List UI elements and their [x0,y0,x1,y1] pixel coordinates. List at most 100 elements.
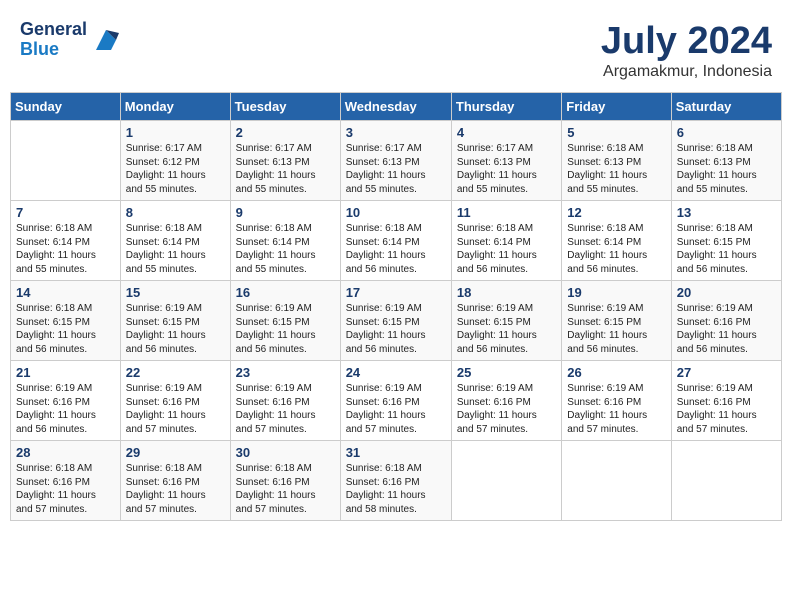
weekday-header-tuesday: Tuesday [230,93,340,121]
day-info: Sunrise: 6:18 AM Sunset: 6:14 PM Dayligh… [457,222,556,276]
weekday-header-saturday: Saturday [671,93,781,121]
day-info: Sunrise: 6:19 AM Sunset: 6:16 PM Dayligh… [346,382,446,436]
day-info: Sunrise: 6:19 AM Sunset: 6:16 PM Dayligh… [16,382,115,436]
day-number: 27 [677,365,776,380]
day-number: 24 [346,365,446,380]
calendar-cell: 11 Sunrise: 6:18 AM Sunset: 6:14 PM Dayli… [451,201,561,281]
location-subtitle: Argamakmur, Indonesia [601,63,772,81]
day-number: 25 [457,365,556,380]
day-number: 18 [457,285,556,300]
day-number: 31 [346,445,446,460]
calendar-cell: 12 Sunrise: 6:18 AM Sunset: 6:14 PM Dayli… [562,201,671,281]
calendar-cell: 15Sunrise: 6:19 AM Sunset: 6:15 PM Dayli… [120,281,230,361]
calendar-cell: 10 Sunrise: 6:18 AM Sunset: 6:14 PM Dayli… [340,201,451,281]
day-info: Sunrise: 6:17 AM Sunset: 6:13 PM Dayligh… [457,142,556,196]
month-year-title: July 2024 [601,20,772,63]
day-info: Sunrise: 6:18 AM Sunset: 6:13 PM Dayligh… [567,142,665,196]
calendar-cell: 24 Sunrise: 6:19 AM Sunset: 6:16 PM Dayli… [340,361,451,441]
calendar-cell [451,441,561,521]
weekday-header-friday: Friday [562,93,671,121]
day-info: Sunrise: 6:19 AM Sunset: 6:15 PM Dayligh… [457,302,556,356]
calendar-cell: 26Sunrise: 6:19 AM Sunset: 6:16 PM Dayli… [562,361,671,441]
day-number: 30 [236,445,335,460]
weekday-header-row: SundayMondayTuesdayWednesdayThursdayFrid… [11,93,782,121]
calendar-cell: 6 Sunrise: 6:18 AM Sunset: 6:13 PM Daylig… [671,121,781,201]
calendar-cell: 3 Sunrise: 6:17 AM Sunset: 6:13 PM Daylig… [340,121,451,201]
day-info: Sunrise: 6:18 AM Sunset: 6:16 PM Dayligh… [126,462,225,516]
day-info: Sunrise: 6:17 AM Sunset: 6:13 PM Dayligh… [346,142,446,196]
logo: GeneralBlue [20,20,121,60]
weekday-header-monday: Monday [120,93,230,121]
day-info: Sunrise: 6:19 AM Sunset: 6:16 PM Dayligh… [567,382,665,436]
day-number: 4 [457,125,556,140]
day-number: 23 [236,365,335,380]
day-number: 15 [126,285,225,300]
page-header: GeneralBlue July 2024 Argamakmur, Indone… [10,10,782,86]
day-info: Sunrise: 6:18 AM Sunset: 6:14 PM Dayligh… [126,222,225,276]
calendar-cell: 25 Sunrise: 6:19 AM Sunset: 6:16 PM Dayli… [451,361,561,441]
calendar-cell: 30 Sunrise: 6:18 AM Sunset: 6:16 PM Dayli… [230,441,340,521]
calendar-week-row: 7 Sunrise: 6:18 AM Sunset: 6:14 PM Daylig… [11,201,782,281]
day-number: 13 [677,205,776,220]
calendar-cell: 23Sunrise: 6:19 AM Sunset: 6:16 PM Dayli… [230,361,340,441]
calendar-cell [11,121,121,201]
day-info: Sunrise: 6:19 AM Sunset: 6:16 PM Dayligh… [677,382,776,436]
day-number: 28 [16,445,115,460]
day-number: 11 [457,205,556,220]
day-info: Sunrise: 6:18 AM Sunset: 6:14 PM Dayligh… [236,222,335,276]
calendar-week-row: 21 Sunrise: 6:19 AM Sunset: 6:16 PM Dayli… [11,361,782,441]
weekday-header-wednesday: Wednesday [340,93,451,121]
calendar-cell: 16 Sunrise: 6:19 AM Sunset: 6:15 PM Dayli… [230,281,340,361]
day-number: 7 [16,205,115,220]
day-info: Sunrise: 6:18 AM Sunset: 6:15 PM Dayligh… [16,302,115,356]
day-info: Sunrise: 6:17 AM Sunset: 6:12 PM Dayligh… [126,142,225,196]
calendar-cell: 27 Sunrise: 6:19 AM Sunset: 6:16 PM Dayli… [671,361,781,441]
logo-icon [91,25,121,55]
day-number: 17 [346,285,446,300]
calendar-cell: 4 Sunrise: 6:17 AM Sunset: 6:13 PM Daylig… [451,121,561,201]
day-info: Sunrise: 6:18 AM Sunset: 6:15 PM Dayligh… [677,222,776,276]
day-number: 16 [236,285,335,300]
day-number: 3 [346,125,446,140]
day-info: Sunrise: 6:18 AM Sunset: 6:16 PM Dayligh… [236,462,335,516]
day-info: Sunrise: 6:17 AM Sunset: 6:13 PM Dayligh… [236,142,335,196]
calendar-cell: 21 Sunrise: 6:19 AM Sunset: 6:16 PM Dayli… [11,361,121,441]
day-info: Sunrise: 6:18 AM Sunset: 6:14 PM Dayligh… [346,222,446,276]
calendar-cell: 17Sunrise: 6:19 AM Sunset: 6:15 PM Dayli… [340,281,451,361]
day-number: 29 [126,445,225,460]
day-number: 19 [567,285,665,300]
calendar-cell: 1Sunrise: 6:17 AM Sunset: 6:12 PM Daylig… [120,121,230,201]
calendar-cell: 20Sunrise: 6:19 AM Sunset: 6:16 PM Dayli… [671,281,781,361]
day-info: Sunrise: 6:19 AM Sunset: 6:16 PM Dayligh… [457,382,556,436]
day-number: 21 [16,365,115,380]
day-number: 22 [126,365,225,380]
day-info: Sunrise: 6:18 AM Sunset: 6:13 PM Dayligh… [677,142,776,196]
weekday-header-sunday: Sunday [11,93,121,121]
calendar-cell [671,441,781,521]
calendar-table: SundayMondayTuesdayWednesdayThursdayFrid… [10,92,782,521]
calendar-cell: 5 Sunrise: 6:18 AM Sunset: 6:13 PM Daylig… [562,121,671,201]
day-number: 10 [346,205,446,220]
day-number: 8 [126,205,225,220]
calendar-cell: 2 Sunrise: 6:17 AM Sunset: 6:13 PM Daylig… [230,121,340,201]
calendar-cell: 31Sunrise: 6:18 AM Sunset: 6:16 PM Dayli… [340,441,451,521]
calendar-cell: 28Sunrise: 6:18 AM Sunset: 6:16 PM Dayli… [11,441,121,521]
logo-text: GeneralBlue [20,20,87,60]
calendar-week-row: 28 Sunrise: 6:18 AM Sunset: 6:16 PM Dayli… [11,441,782,521]
day-info: Sunrise: 6:18 AM Sunset: 6:14 PM Dayligh… [567,222,665,276]
day-info: Sunrise: 6:19 AM Sunset: 6:16 PM Dayligh… [126,382,225,436]
calendar-cell: 7 Sunrise: 6:18 AM Sunset: 6:14 PM Daylig… [11,201,121,281]
calendar-cell: 22 Sunrise: 6:19 AM Sunset: 6:16 PM Dayli… [120,361,230,441]
day-info: Sunrise: 6:19 AM Sunset: 6:15 PM Dayligh… [236,302,335,356]
calendar-cell: 29 Sunrise: 6:18 AM Sunset: 6:16 PM Dayli… [120,441,230,521]
day-info: Sunrise: 6:19 AM Sunset: 6:16 PM Dayligh… [677,302,776,356]
calendar-cell: 14 Sunrise: 6:18 AM Sunset: 6:15 PM Dayli… [11,281,121,361]
day-number: 5 [567,125,665,140]
day-info: Sunrise: 6:18 AM Sunset: 6:14 PM Dayligh… [16,222,115,276]
day-number: 12 [567,205,665,220]
day-number: 6 [677,125,776,140]
calendar-cell: 18 Sunrise: 6:19 AM Sunset: 6:15 PM Dayli… [451,281,561,361]
day-number: 14 [16,285,115,300]
day-info: Sunrise: 6:19 AM Sunset: 6:15 PM Dayligh… [567,302,665,356]
day-number: 2 [236,125,335,140]
